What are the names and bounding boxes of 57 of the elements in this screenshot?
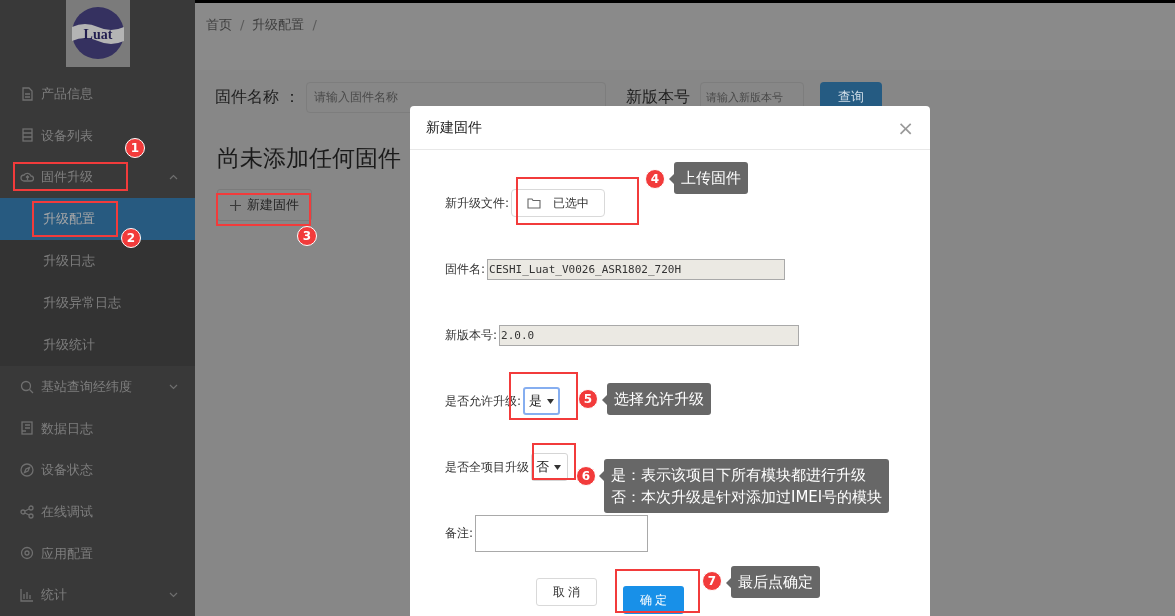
- field-label: 新升级文件:: [445, 195, 510, 212]
- sidebar-item[interactable]: 基站查询经纬度: [41, 377, 132, 397]
- dropdown-caret-icon: [547, 398, 555, 404]
- cloud-upload-icon: [20, 170, 34, 185]
- settings-icon: [20, 546, 34, 561]
- compass-icon: [20, 463, 34, 478]
- field-label: 新版本号:: [445, 327, 498, 344]
- select-field[interactable]: 是: [523, 387, 561, 415]
- sidebar-item[interactable]: 设备状态: [41, 460, 93, 480]
- highlight-frame: [532, 443, 576, 480]
- field-label: 固件名:: [445, 261, 486, 278]
- breadcrumb-separator: /: [312, 16, 317, 34]
- logo: Luat: [65, 0, 130, 67]
- breadcrumb-separator: /: [240, 16, 245, 34]
- remark-textarea[interactable]: [475, 514, 649, 552]
- breadcrumb-link[interactable]: 首页: [206, 15, 232, 35]
- callout-tooltip: 选择允许升级: [602, 383, 711, 415]
- sidebar-item[interactable]: 统计: [41, 585, 67, 605]
- callout-tooltip: 上传固件: [669, 162, 748, 194]
- bar-chart-icon: [20, 588, 34, 603]
- new-firmware-button[interactable]: 新建固件: [217, 189, 312, 221]
- document-icon: [20, 86, 34, 101]
- breadcrumb-link[interactable]: 升级配置: [252, 15, 305, 35]
- field-label: 备注:: [445, 525, 474, 542]
- dialog-title: 新建固件: [426, 118, 482, 137]
- dropdown-caret-icon: [554, 464, 561, 470]
- sidebar-item[interactable]: 在线调试: [41, 502, 93, 522]
- sidebar-subitem[interactable]: 升级异常日志: [0, 281, 195, 324]
- step-number-badge: 3: [297, 226, 317, 246]
- sidebar-item[interactable]: 应用配置: [41, 543, 93, 564]
- empty-state-heading: 尚未添加任何固件: [217, 144, 401, 173]
- sidebar-item[interactable]: 数据日志: [41, 418, 93, 439]
- search-icon: [20, 379, 34, 394]
- file-select-button[interactable]: 已选中: [511, 189, 606, 217]
- log-icon: [20, 421, 34, 436]
- text-input[interactable]: CESHI_Luat_V0026_ASR1802_720H: [487, 258, 786, 280]
- filter-label: 固件名称 ：: [215, 86, 301, 108]
- sidebar-item[interactable]: 设备列表: [41, 125, 93, 146]
- filter-label: 新版本号: [626, 86, 691, 108]
- callout-tooltip: 最后点确定: [726, 566, 820, 598]
- field-label: 是否全项目升级: [445, 459, 529, 476]
- close-button[interactable]: ×: [897, 117, 914, 138]
- text-input[interactable]: 2.0.0: [499, 324, 800, 346]
- chevron-down-icon: [169, 383, 178, 390]
- confirm-button[interactable]: 确 定: [623, 586, 684, 614]
- sidebar-subitem[interactable]: 升级统计: [0, 323, 195, 366]
- sidebar-item[interactable]: 产品信息: [41, 84, 93, 104]
- sidebar-item[interactable]: 固件升级: [41, 167, 93, 187]
- chevron-up-icon: [169, 174, 178, 181]
- plus-icon: [230, 199, 241, 211]
- folder-icon: [527, 197, 542, 209]
- cancel-button[interactable]: 取 消: [536, 578, 597, 606]
- share-icon: [20, 504, 34, 519]
- select-field[interactable]: 否: [531, 453, 568, 481]
- chevron-down-icon: [169, 592, 178, 599]
- callout-tooltip: 是：表示该项目下所有模块都进行升级 否：本次升级是针对添加过IMEI号的模块: [599, 459, 890, 513]
- list-icon: [20, 128, 34, 143]
